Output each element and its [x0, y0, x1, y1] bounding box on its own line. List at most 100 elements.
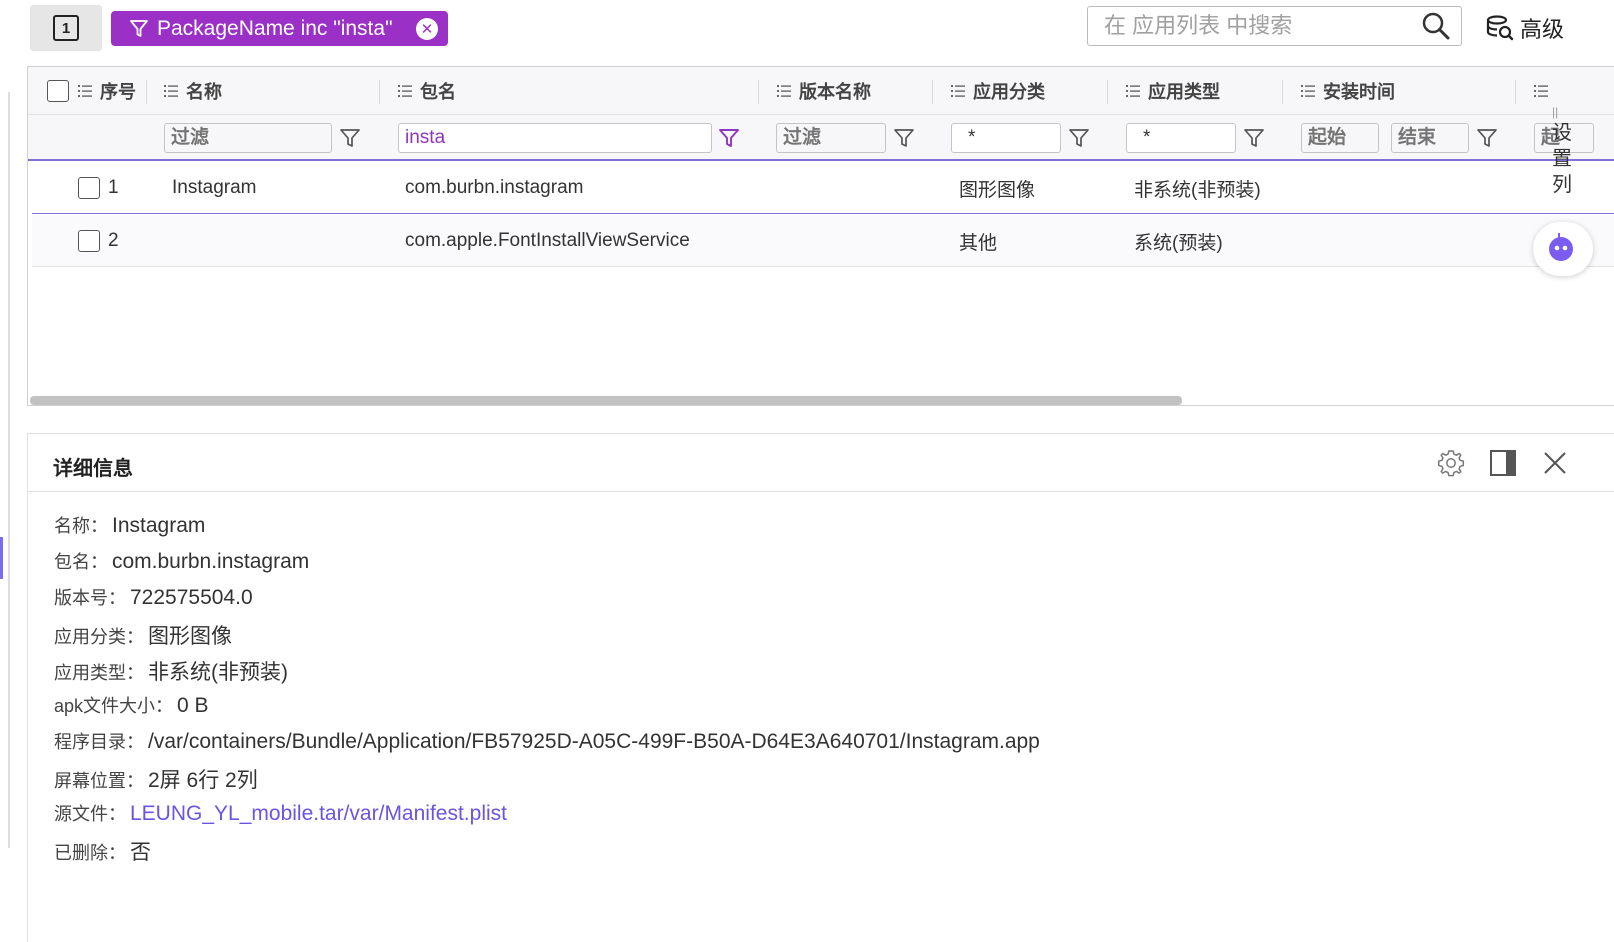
left-divider — [8, 92, 10, 848]
column-header-category[interactable]: 应用分类 — [951, 67, 1045, 115]
column-header-install-time[interactable]: 安装时间 — [1301, 67, 1395, 115]
app-list-grid: 序号 名称 包名 版本名称 应用分类 应用类型 安装时间 过滤 insta 过滤… — [27, 66, 1614, 406]
table-row[interactable]: 1 Instagram com.burbn.instagram 图形图像 非系统… — [32, 162, 1614, 214]
field-value: /var/containers/Bundle/Application/FB579… — [148, 730, 1040, 753]
column-menu-icon[interactable] — [1301, 84, 1315, 98]
row-checkbox[interactable] — [78, 215, 100, 267]
column-menu-icon[interactable] — [164, 84, 178, 98]
field-label: apk文件大小： — [54, 696, 174, 716]
field-value: 非系统(非预装) — [148, 661, 288, 684]
side-tab-char: 设 — [1552, 122, 1572, 144]
field-value: com.burbn.instagram — [112, 550, 310, 573]
version-filter-input[interactable] — [776, 123, 886, 153]
select-all-checkbox[interactable] — [47, 67, 69, 115]
column-header-label: 应用分类 — [973, 82, 1045, 102]
search-box — [1087, 6, 1462, 46]
version-filter-icon[interactable] — [893, 127, 915, 149]
category-filter-select[interactable] — [951, 123, 1061, 153]
column-header-version[interactable]: 版本名称 — [777, 67, 871, 115]
install-start-input[interactable] — [1301, 123, 1379, 153]
column-header-label: 安装时间 — [1323, 82, 1395, 102]
field-label: 程序目录： — [54, 732, 144, 752]
detail-field-category: 应用分类： 图形图像 — [54, 620, 232, 650]
name-filter-icon[interactable] — [339, 127, 361, 149]
column-header-index[interactable]: 序号 — [78, 67, 136, 115]
remove-filter-icon[interactable]: ✕ — [416, 17, 438, 40]
column-separator[interactable] — [1107, 80, 1108, 104]
field-label: 包名： — [54, 552, 108, 572]
detail-field-apk-size: apk文件大小： 0 B — [54, 692, 209, 718]
column-menu-icon[interactable] — [398, 84, 412, 98]
column-header-name[interactable]: 名称 — [164, 67, 222, 115]
column-separator[interactable] — [758, 80, 759, 104]
gear-icon[interactable] — [1436, 448, 1466, 478]
row-index: 1 — [108, 177, 119, 198]
install-time-filter-icon[interactable] — [1476, 127, 1498, 149]
row-checkbox[interactable] — [78, 162, 100, 214]
view-toggle-button[interactable]: 1 — [30, 5, 102, 51]
horizontal-scrollbar[interactable] — [30, 396, 1182, 405]
row-category: 其他 — [959, 232, 998, 254]
detail-panel: 详细信息 名称： Instagram 包名： com.burbn.instagr… — [27, 433, 1614, 942]
detail-field-deleted: 已删除： 否 — [54, 836, 151, 866]
field-value: 图形图像 — [148, 625, 232, 648]
field-label: 应用类型： — [54, 663, 144, 683]
column-settings-tab[interactable]: || 设 置 列 — [1552, 104, 1572, 198]
filter-icon — [130, 19, 148, 37]
field-label: 屏幕位置： — [54, 771, 144, 791]
field-value: 0 B — [177, 694, 209, 717]
detail-field-source-file: 源文件： LEUNG_YL_mobile.tar/var/Manifest.pl… — [54, 800, 507, 826]
column-header-label: 版本名称 — [799, 82, 871, 102]
robot-icon — [1549, 233, 1573, 261]
row-app-type: 系统(预装) — [1134, 232, 1223, 254]
type-filter-icon[interactable] — [1243, 127, 1265, 149]
panel-layout-icon[interactable] — [1488, 448, 1518, 478]
column-header-type[interactable]: 应用类型 — [1126, 67, 1220, 115]
column-menu-icon[interactable] — [1534, 84, 1548, 98]
advanced-label: 高级 — [1520, 17, 1565, 42]
field-value: 722575504.0 — [130, 586, 253, 609]
type-filter-select[interactable] — [1126, 123, 1236, 153]
column-menu-icon[interactable] — [777, 84, 791, 98]
column-menu-icon[interactable] — [951, 84, 965, 98]
column-header-label: 序号 — [100, 82, 136, 102]
active-filter-tag[interactable]: PackageName inc "insta" ✕ — [111, 11, 448, 46]
package-filter-icon[interactable] — [718, 127, 740, 149]
column-header-label: 名称 — [186, 82, 222, 102]
field-label: 版本号： — [54, 588, 126, 608]
search-icon[interactable] — [1421, 11, 1451, 41]
detail-field-type: 应用类型： 非系统(非预装) — [54, 656, 288, 686]
toolbar: 1 PackageName inc "insta" ✕ 高级 — [0, 0, 1614, 54]
column-separator[interactable] — [146, 80, 147, 104]
install-end-input[interactable] — [1391, 123, 1469, 153]
column-separator[interactable] — [379, 80, 380, 104]
side-tab-char: 列 — [1552, 174, 1572, 196]
advanced-search-button[interactable]: 高级 — [1486, 12, 1564, 44]
field-label: 名称： — [54, 516, 108, 536]
grid-header-row: 序号 名称 包名 版本名称 应用分类 应用类型 安装时间 — [28, 67, 1614, 115]
name-filter-input[interactable] — [164, 123, 332, 153]
column-separator[interactable] — [1282, 80, 1283, 104]
detail-header: 详细信息 — [28, 434, 1614, 492]
field-label: 已删除： — [54, 843, 126, 863]
row-index: 2 — [108, 230, 119, 251]
column-separator[interactable] — [1515, 80, 1516, 104]
category-filter-icon[interactable] — [1068, 127, 1090, 149]
row-category: 图形图像 — [959, 179, 1036, 201]
column-header-package[interactable]: 包名 — [398, 67, 456, 115]
row-app-type: 非系统(非预装) — [1134, 179, 1261, 201]
table-row[interactable]: 2 com.apple.FontInstallViewService 其他 系统… — [32, 215, 1614, 267]
left-resize-marker[interactable] — [0, 537, 3, 579]
column-menu-icon[interactable] — [78, 84, 92, 98]
view-toggle-label: 1 — [53, 15, 79, 41]
search-input[interactable] — [1104, 13, 1421, 39]
row-app-name: Instagram — [172, 177, 257, 198]
detail-field-version: 版本号： 722575504.0 — [54, 584, 253, 610]
column-separator[interactable] — [932, 80, 933, 104]
detail-field-screen-position: 屏幕位置： 2屏 6行 2列 — [54, 764, 258, 794]
source-file-link[interactable]: LEUNG_YL_mobile.tar/var/Manifest.plist — [130, 802, 507, 826]
column-menu-icon[interactable] — [1126, 84, 1140, 98]
assistant-bot-button[interactable] — [1533, 222, 1593, 276]
close-icon[interactable] — [1540, 448, 1570, 478]
package-filter-input[interactable] — [398, 123, 712, 153]
